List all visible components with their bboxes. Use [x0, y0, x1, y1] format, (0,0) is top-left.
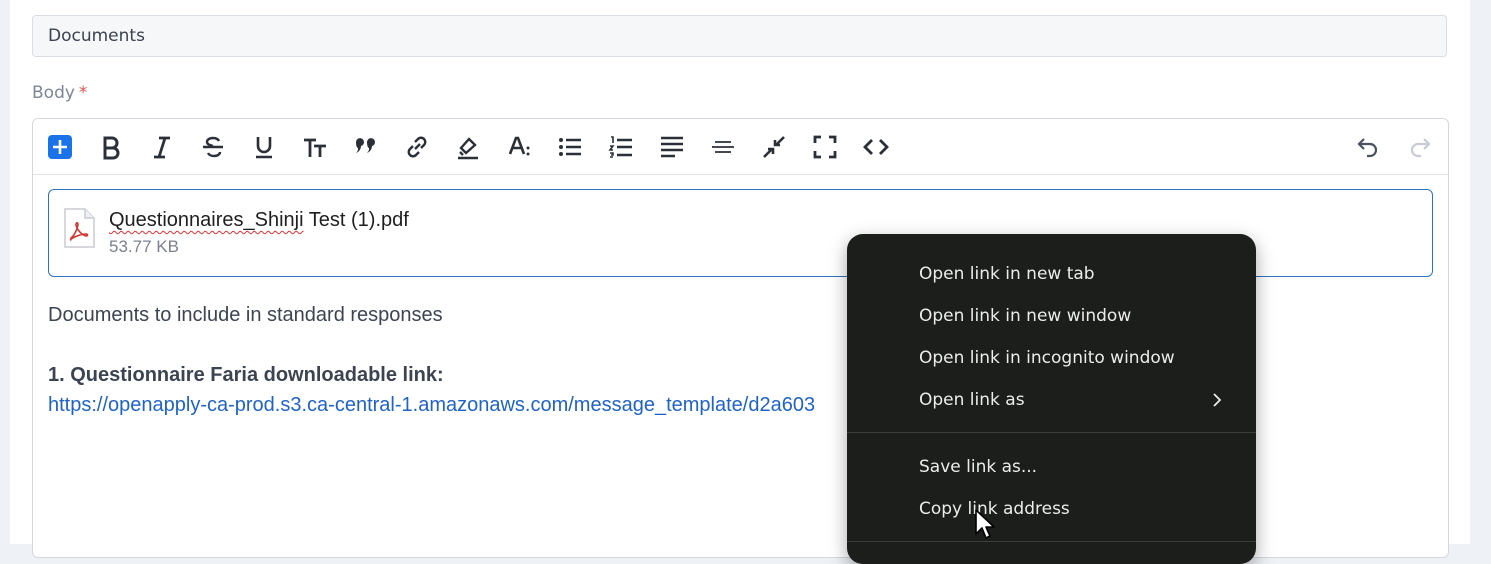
attachment-name-misspelled: Questionnaires_Shinji [109, 209, 304, 231]
fullscreen-icon[interactable] [809, 131, 841, 163]
menu-open-new-window[interactable]: Open link in new window [919, 306, 1131, 326]
bold-icon[interactable] [95, 131, 127, 163]
item1-link[interactable]: https://openapply-ca-prod.s3.ca-central-… [48, 394, 815, 417]
chevron-right-icon [1213, 393, 1222, 407]
link-icon[interactable] [401, 131, 433, 163]
item1-heading: 1. Questionnaire Faria downloadable link… [48, 364, 444, 386]
plus-icon[interactable] [44, 131, 76, 163]
context-menu: Open link in new tab Open link in new wi… [847, 234, 1256, 564]
body-field-label: Body * [32, 83, 87, 103]
editor-toolbar [33, 119, 1448, 175]
menu-separator [847, 432, 1256, 433]
undo-icon[interactable] [1352, 131, 1384, 163]
quote-icon[interactable] [350, 131, 382, 163]
font-size-icon[interactable] [299, 131, 331, 163]
bullet-list-icon[interactable] [554, 131, 586, 163]
italic-icon[interactable] [146, 131, 178, 163]
subject-input[interactable]: Documents [32, 15, 1447, 57]
menu-open-link-as[interactable]: Open link as [919, 390, 1025, 410]
numbered-list-icon[interactable] [605, 131, 637, 163]
redo-icon[interactable] [1404, 131, 1436, 163]
underline-icon[interactable] [248, 131, 280, 163]
pdf-file-icon [64, 208, 95, 248]
menu-open-incognito[interactable]: Open link in incognito window [919, 348, 1175, 368]
intro-text: Documents to include in standard respons… [48, 304, 443, 326]
strikethrough-icon[interactable] [197, 131, 229, 163]
code-view-icon[interactable] [860, 131, 892, 163]
body-label-text: Body [32, 83, 75, 103]
text-color-icon[interactable] [503, 131, 535, 163]
align-icon[interactable] [656, 131, 688, 163]
horizontal-rule-icon[interactable] [707, 131, 739, 163]
menu-open-new-tab[interactable]: Open link in new tab [919, 264, 1095, 284]
text-highlight-icon[interactable] [452, 131, 484, 163]
menu-save-link-as[interactable]: Save link as... [919, 457, 1037, 477]
required-marker: * [78, 83, 88, 103]
mouse-cursor-icon [975, 509, 995, 539]
menu-separator-2 [847, 541, 1256, 542]
attachment-name[interactable]: Questionnaires_Shinji Test (1).pdf [109, 209, 409, 232]
attachment-name-rest: Test (1).pdf [303, 209, 409, 231]
collapse-icon[interactable] [758, 131, 790, 163]
attachment-size: 53.77 KB [109, 237, 179, 256]
